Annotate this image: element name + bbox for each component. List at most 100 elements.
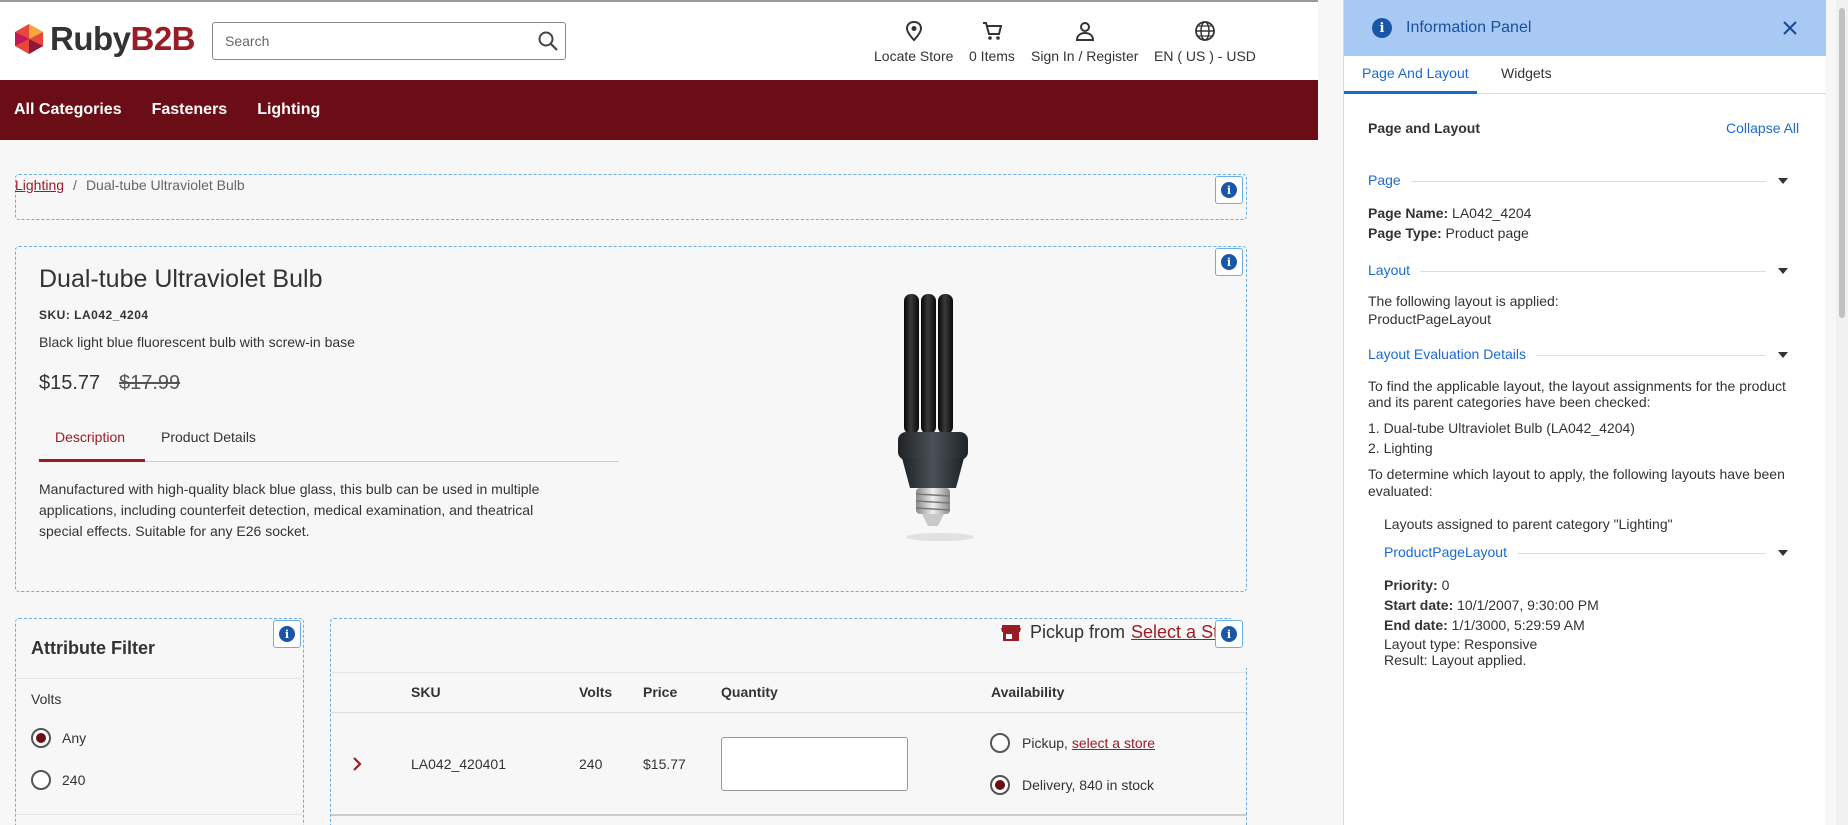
divider xyxy=(16,814,302,815)
product-title: Dual-tube Ultraviolet Bulb xyxy=(39,265,323,293)
page-name: Page Name: LA042_4204 xyxy=(1368,205,1532,221)
product-tabs: Description Product Details xyxy=(39,420,619,462)
variants-region xyxy=(330,618,1247,825)
radio-volts-240[interactable] xyxy=(31,770,51,790)
evaluation-determine-line1: To determine which layout to apply, the … xyxy=(1368,466,1785,482)
scrollbar-thumb[interactable] xyxy=(1839,8,1845,318)
pickup-option: Pickup, select a store xyxy=(1022,735,1156,751)
product-image-bulb[interactable] xyxy=(880,282,990,547)
breadcrumb-link-lighting[interactable]: Lighting xyxy=(15,177,64,193)
close-icon[interactable] xyxy=(1782,20,1798,36)
radio-label-240: 240 xyxy=(62,772,86,788)
radio-pickup[interactable] xyxy=(990,733,1010,753)
info-icon: i xyxy=(1221,626,1237,642)
collapse-all-button[interactable]: Collapse All xyxy=(1726,120,1799,136)
divider xyxy=(16,678,302,679)
caret-down-icon xyxy=(1778,268,1788,274)
cart-count: 0 Items xyxy=(969,48,1015,64)
variants-info-button[interactable]: i xyxy=(1215,620,1243,648)
filter-group-volts: Volts xyxy=(31,691,62,707)
product-sku: SKU: LA042_4204 xyxy=(39,308,149,322)
location-pin-icon xyxy=(905,20,922,42)
select-a-store-link[interactable]: select a store xyxy=(1072,735,1155,751)
nav-all-categories[interactable]: All Categories xyxy=(14,101,122,119)
logo-text: RubyB2B xyxy=(50,20,196,57)
store-icon xyxy=(1001,624,1021,641)
tab-page-and-layout[interactable]: Page And Layout xyxy=(1362,65,1469,81)
panel-heading: Page and Layout xyxy=(1368,120,1481,136)
pickup-store-selector: Pickup from Select a Store xyxy=(1000,622,1244,643)
product-short-description: Black light blue fluorescent bulb with s… xyxy=(39,334,355,350)
layout-result: Result: Layout applied. xyxy=(1384,652,1527,668)
caret-down-icon xyxy=(1778,178,1788,184)
tab-widgets[interactable]: Widgets xyxy=(1501,65,1552,81)
layout-priority: Priority: 0 xyxy=(1384,577,1450,593)
attribute-filter-title: Attribute Filter xyxy=(31,638,155,658)
evaluation-item-1: 1. Dual-tube Ultraviolet Bulb (LA042_420… xyxy=(1368,420,1635,436)
info-icon: i xyxy=(1221,182,1237,198)
search-input[interactable] xyxy=(213,23,513,59)
breadcrumb-separator: / xyxy=(73,177,77,193)
assigned-layouts-heading: Layouts assigned to parent category "Lig… xyxy=(1384,516,1673,532)
evaluation-item-2: 2. Lighting xyxy=(1368,440,1433,456)
column-header-sku: SKU xyxy=(411,684,441,700)
tab-product-details[interactable]: Product Details xyxy=(161,429,256,445)
column-header-volts: Volts xyxy=(579,684,613,700)
active-tab-indicator xyxy=(39,459,145,462)
breadcrumb-current: Dual-tube Ultraviolet Bulb xyxy=(85,177,245,193)
radio-volts-any[interactable] xyxy=(31,728,51,748)
section-layout-evaluation-toggle[interactable]: Layout Evaluation Details xyxy=(1368,346,1788,366)
breadcrumb: Lighting / Dual-tube Ultraviolet Bulb xyxy=(15,177,245,193)
nav-lighting[interactable]: Lighting xyxy=(257,101,320,119)
product-info-button[interactable]: i xyxy=(1215,248,1243,276)
row-volts: 240 xyxy=(579,756,603,772)
column-header-price: Price xyxy=(643,684,678,700)
site-header: RubyB2B Locate Store 0 Items xyxy=(0,2,1318,80)
logo[interactable]: RubyB2B xyxy=(14,20,196,58)
locale-selector[interactable]: EN ( US ) - USD xyxy=(1154,20,1256,64)
logo-icon xyxy=(15,24,43,54)
information-panel: i Information Panel Page And Layout Widg… xyxy=(1343,0,1826,825)
info-icon: i xyxy=(1221,254,1237,270)
nav-fasteners[interactable]: Fasteners xyxy=(152,101,228,119)
locate-store-button[interactable]: Locate Store xyxy=(874,20,953,64)
user-icon xyxy=(1075,22,1094,41)
section-evaluation-title: Layout Evaluation Details xyxy=(1368,346,1536,362)
divider xyxy=(1368,181,1766,182)
panel-tabs: Page And Layout Widgets xyxy=(1344,56,1826,94)
locale-label: EN ( US ) - USD xyxy=(1154,48,1256,64)
page-scrollbar[interactable] xyxy=(1836,0,1848,825)
tab-description[interactable]: Description xyxy=(55,429,125,445)
layout-applied-name: ProductPageLayout xyxy=(1368,311,1491,327)
column-header-availability: Availability xyxy=(991,684,1065,700)
radio-label-any: Any xyxy=(62,730,87,746)
radio-delivery[interactable] xyxy=(990,775,1010,795)
product-description: Manufactured with high-quality black blu… xyxy=(39,481,540,539)
sign-in-button[interactable]: Sign In / Register xyxy=(1031,20,1138,64)
layout-name: ProductPageLayout xyxy=(1384,544,1517,560)
product-price: $15.77 xyxy=(39,372,101,394)
breadcrumb-info-button[interactable]: i xyxy=(1215,176,1243,204)
pickup-label: Pickup from xyxy=(1030,622,1126,642)
divider xyxy=(331,814,1246,816)
evaluation-determine-line2: evaluated: xyxy=(1368,483,1433,499)
sign-in-label: Sign In / Register xyxy=(1031,48,1139,64)
caret-down-icon xyxy=(1778,352,1788,358)
globe-icon xyxy=(1195,21,1215,41)
filter-info-button[interactable]: i xyxy=(273,620,301,648)
section-layout-title: Layout xyxy=(1368,262,1421,278)
layout-product-page-toggle[interactable]: ProductPageLayout xyxy=(1384,544,1788,564)
row-sku: LA042_420401 xyxy=(411,756,506,772)
row-price: $15.77 xyxy=(643,756,686,772)
layout-applied-text: The following layout is applied: xyxy=(1368,293,1559,309)
expand-row-chevron-icon[interactable] xyxy=(352,756,362,772)
search-icon[interactable] xyxy=(537,30,559,52)
section-layout-toggle[interactable]: Layout xyxy=(1368,262,1788,282)
section-page-toggle[interactable]: Page xyxy=(1368,172,1788,192)
column-header-quantity: Quantity xyxy=(721,684,778,700)
cart-button[interactable]: 0 Items xyxy=(969,20,1015,64)
product-old-price: $17.99 xyxy=(119,372,181,394)
delivery-option: Delivery, 840 in stock xyxy=(1022,777,1155,793)
evaluation-intro-line2: and its parent categories have been chec… xyxy=(1368,394,1651,410)
quantity-input[interactable] xyxy=(721,737,908,791)
